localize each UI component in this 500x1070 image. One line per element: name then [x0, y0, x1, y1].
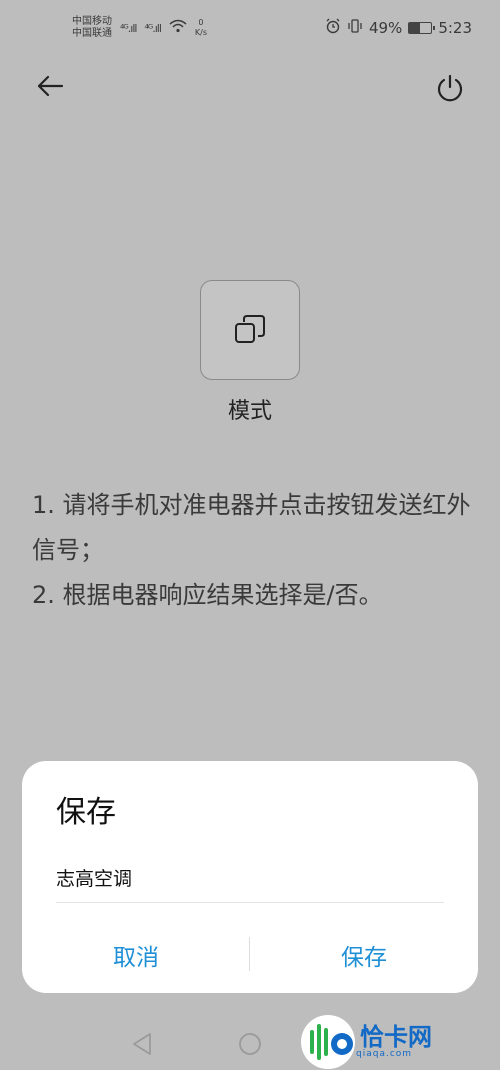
net-speed-value: 0	[198, 18, 204, 27]
carrier-names: 中国移动 中国联通	[72, 16, 112, 40]
status-right: 49% 5:23	[325, 18, 472, 38]
carrier-2: 中国联通	[72, 28, 112, 39]
device-name-input[interactable]: 志高空调	[56, 864, 132, 891]
nav-back-button[interactable]	[128, 1030, 156, 1062]
battery-percent: 49%	[368, 19, 403, 37]
watermark-text: 恰卡网	[360, 1023, 432, 1051]
save-button[interactable]: 保存	[250, 933, 478, 977]
vibrate-icon	[347, 18, 363, 38]
power-button[interactable]	[430, 68, 470, 108]
input-underline	[56, 902, 444, 903]
nav-home-button[interactable]	[236, 1030, 264, 1062]
instruction-2: 2. 根据电器响应结果选择是/否。	[32, 581, 383, 609]
status-left: 中国移动 中国联通 ⁴ᴳ.ıll ⁴ᴳ.ıll 0 K/s	[72, 16, 207, 40]
wifi-icon	[169, 19, 187, 37]
net-speed-unit: K/s	[194, 28, 208, 37]
clock: 5:23	[438, 19, 472, 37]
mode-label: 模式	[227, 399, 272, 424]
net-speed: 0 K/s	[195, 18, 207, 38]
back-button[interactable]	[30, 68, 70, 104]
watermark: 恰卡网 qiaqa.com	[300, 1014, 500, 1070]
save-dialog: 保存 志高空调 取消 保存	[22, 761, 478, 993]
signal-1-icon: ⁴ᴳ.ıll	[120, 21, 137, 35]
instruction-1: 1. 请将手机对准电器并点击按钮发送红外信号；	[32, 491, 471, 564]
signal-2-icon: ⁴ᴳ.ıll	[144, 21, 161, 35]
status-bar: 中国移动 中国联通 ⁴ᴳ.ıll ⁴ᴳ.ıll 0 K/s 49% 5:23	[0, 0, 500, 56]
dialog-title: 保存	[56, 795, 116, 830]
power-icon	[437, 74, 463, 102]
cancel-button[interactable]: 取消	[22, 933, 250, 977]
carrier-1: 中国移动	[72, 16, 112, 27]
instructions: 1. 请将手机对准电器并点击按钮发送红外信号； 2. 根据电器响应结果选择是/否…	[32, 483, 472, 618]
triangle-back-icon	[133, 1033, 151, 1055]
mode-button[interactable]	[200, 280, 300, 380]
battery-icon	[408, 22, 436, 34]
alarm-icon	[325, 18, 341, 38]
circle-home-icon	[239, 1033, 261, 1055]
arrow-left-icon	[37, 75, 64, 97]
watermark-logo-icon	[300, 1014, 356, 1070]
copy-mode-icon	[235, 315, 265, 343]
